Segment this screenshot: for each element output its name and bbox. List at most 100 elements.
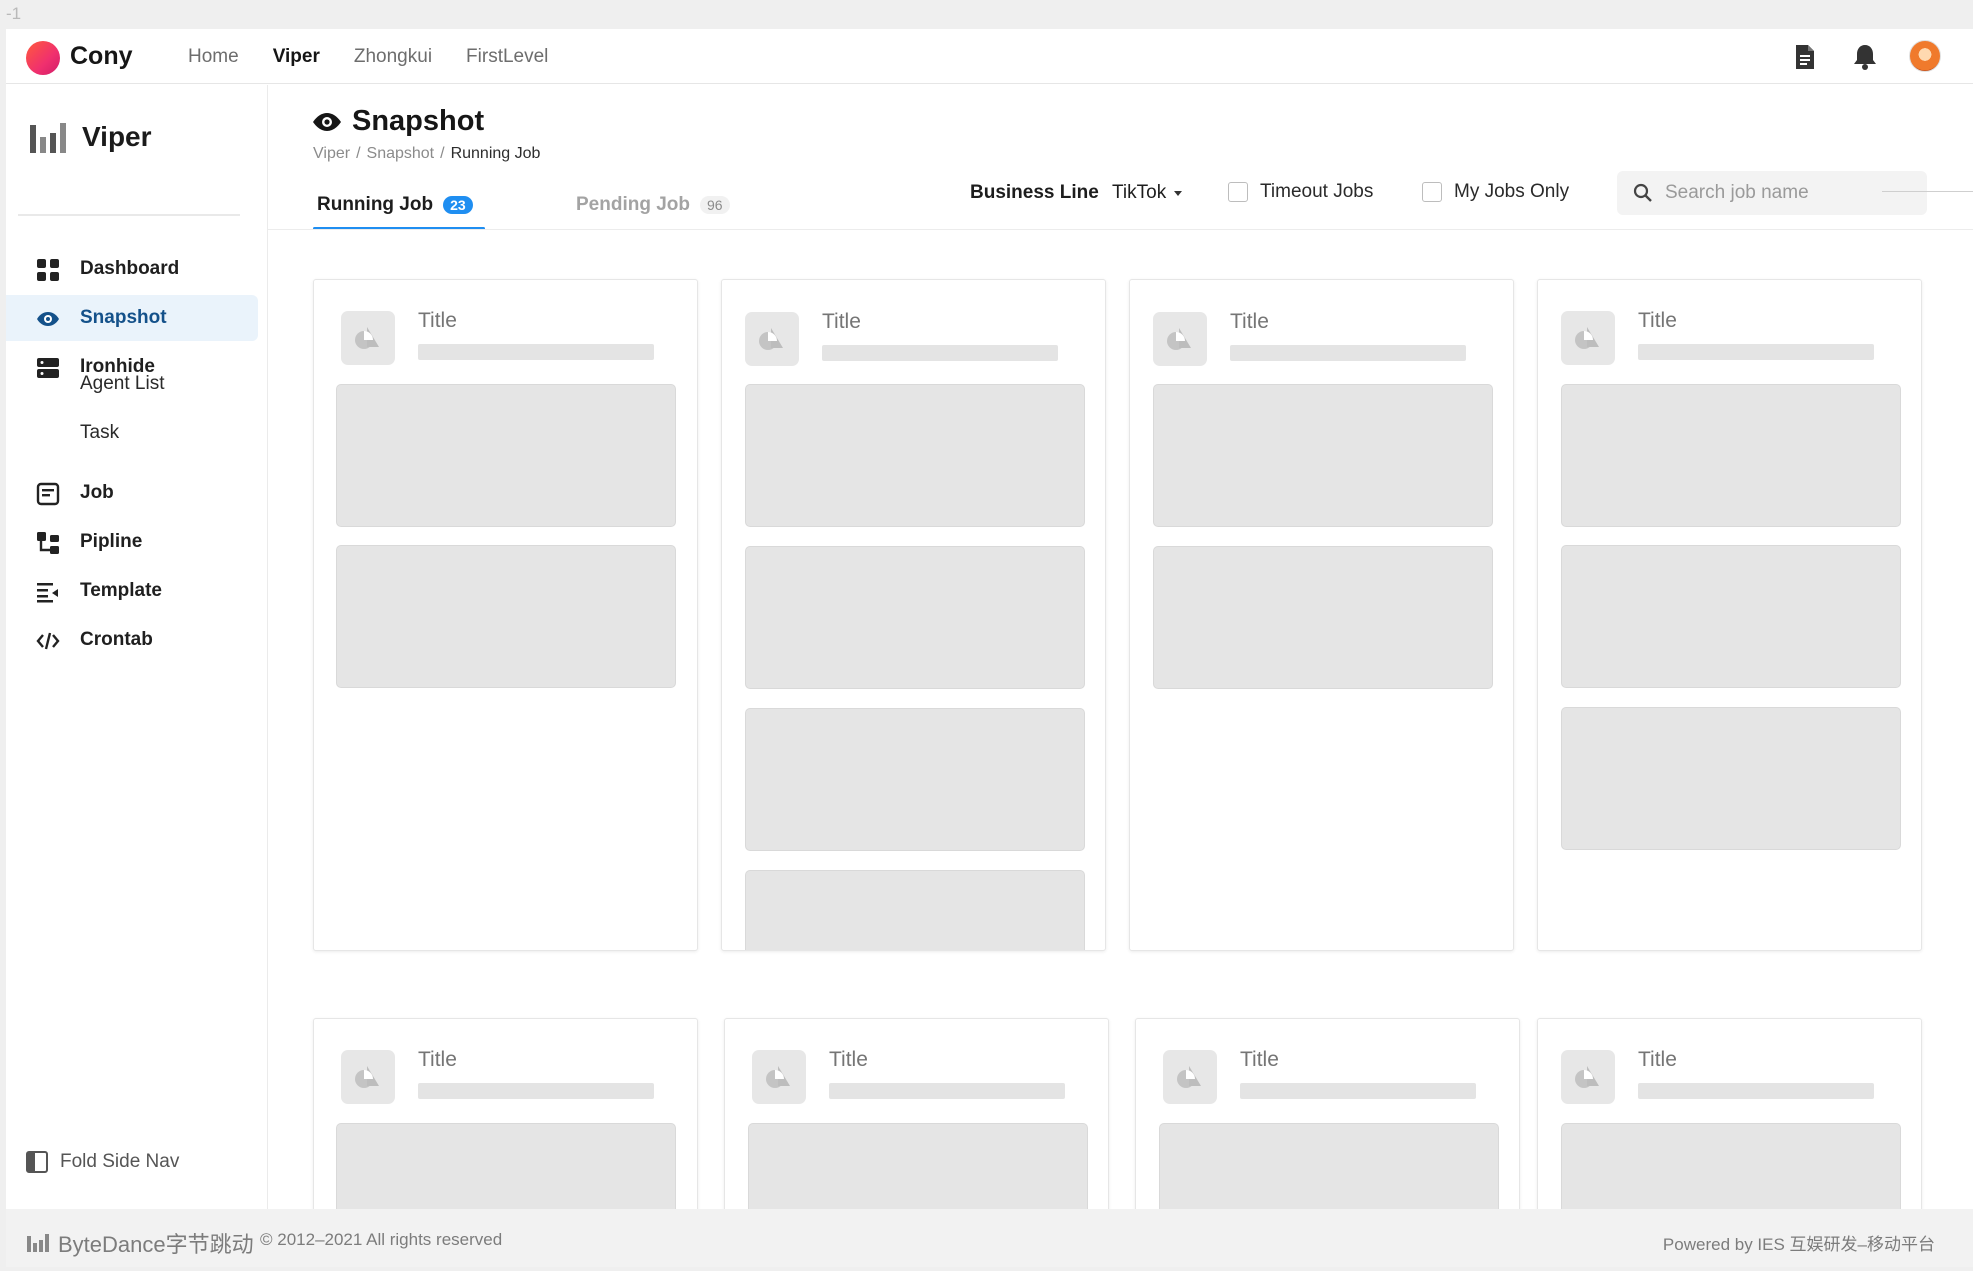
brand-logo[interactable]: [26, 41, 60, 75]
sidebar-brand-name: Viper: [82, 121, 152, 152]
card-title: Title: [1230, 310, 1269, 333]
chart-placeholder-icon: [1163, 1050, 1217, 1104]
sidebar-item-label: Dashboard: [80, 258, 180, 279]
eye-icon: [313, 112, 341, 131]
bell-icon[interactable]: [1850, 42, 1880, 72]
sidebar-item-template[interactable]: Template: [6, 568, 258, 614]
job-card[interactable]: Title: [1537, 279, 1922, 951]
footer-logo-text: ByteDance字节跳动: [58, 1232, 254, 1257]
job-card[interactable]: Title: [1129, 279, 1514, 951]
placeholder-block: [1561, 384, 1901, 527]
card-title: Title: [1240, 1048, 1279, 1071]
sidebar-brand[interactable]: Viper: [28, 119, 152, 155]
checkbox-label: My Jobs Only: [1454, 181, 1570, 202]
frame-label: -1: [6, 4, 22, 23]
job-card[interactable]: Title: [721, 279, 1106, 951]
sidebar-item-pipline[interactable]: Pipline: [6, 519, 258, 565]
placeholder-block: [1561, 707, 1901, 850]
job-card[interactable]: Title: [313, 279, 698, 951]
placeholder-block: [1153, 384, 1493, 527]
top-nav-zhongkui[interactable]: Zhongkui: [354, 46, 432, 68]
job-card[interactable]: Title: [1537, 1018, 1922, 1218]
page-title: Snapshot: [352, 105, 485, 137]
placeholder-bar: [1240, 1083, 1476, 1099]
pipeline-icon: [37, 532, 59, 554]
caret-down-icon: [1174, 190, 1183, 196]
my-jobs-only-checkbox[interactable]: My Jobs Only: [1422, 181, 1569, 203]
placeholder-bar: [1230, 345, 1466, 361]
placeholder-block: [1561, 1123, 1901, 1217]
sidebar-item-job[interactable]: Job: [6, 470, 258, 516]
placeholder-bar: [822, 345, 1058, 361]
chart-placeholder-icon: [745, 312, 799, 366]
top-nav-viper[interactable]: Viper: [273, 46, 320, 68]
footer-copyright: © 2012–2021 All rights reserved: [260, 1230, 503, 1249]
sidebar-item-dashboard[interactable]: Dashboard: [6, 246, 258, 292]
sidebar-item-label: Pipline: [80, 531, 143, 552]
tab-label: Pending Job: [576, 194, 690, 215]
fold-side-nav-label: Fold Side Nav: [60, 1151, 180, 1172]
sidebar-subitem-agent-list[interactable]: Agent List: [80, 373, 165, 395]
app-window: Cony Home Viper Zhongkui FirstLevel Vipe…: [6, 29, 1973, 1267]
sidebar-item-label: Crontab: [80, 629, 153, 650]
top-nav-home[interactable]: Home: [188, 46, 239, 68]
placeholder-block: [745, 708, 1085, 851]
chart-placeholder-icon: [341, 311, 395, 365]
sidebar-item-crontab[interactable]: Crontab: [6, 617, 258, 663]
placeholder-block: [745, 384, 1085, 527]
card-title: Title: [418, 1048, 457, 1071]
checkbox-box[interactable]: [1422, 182, 1442, 202]
business-line-label: Business Line: [970, 182, 1099, 203]
job-card[interactable]: Title: [1135, 1018, 1520, 1218]
bytedance-logo-icon: [27, 1234, 49, 1252]
sidebar-subitem-task[interactable]: Task: [80, 422, 119, 444]
card-title: Title: [822, 310, 861, 333]
sidebar: Viper Dashboard Snapshot Ironhide Agent …: [6, 85, 268, 1209]
chart-placeholder-icon: [1561, 1050, 1615, 1104]
document-icon[interactable]: [1790, 42, 1820, 72]
tab-pending-job[interactable]: Pending Job 96: [576, 194, 730, 216]
card-title: Title: [1638, 309, 1677, 332]
placeholder-bar: [418, 1083, 654, 1099]
sidebar-item-label: Job: [80, 482, 114, 503]
sidebar-item-snapshot[interactable]: Snapshot: [6, 295, 258, 341]
footer-logo: ByteDance字节跳动: [26, 1227, 254, 1259]
search-box[interactable]: [1617, 171, 1927, 215]
top-nav-firstlevel[interactable]: FirstLevel: [466, 46, 548, 68]
breadcrumb-item[interactable]: Snapshot: [367, 145, 435, 162]
count-badge: 96: [700, 196, 730, 214]
fold-side-nav-button[interactable]: Fold Side Nav: [26, 1151, 179, 1173]
sidebar-item-label: Template: [80, 580, 163, 601]
job-card[interactable]: Title: [313, 1018, 698, 1218]
tabs-divider: [268, 229, 1973, 230]
placeholder-bar: [418, 344, 654, 360]
card-title: Title: [1638, 1048, 1677, 1071]
search-input[interactable]: [1665, 182, 1905, 204]
tab-running-job[interactable]: Running Job 23: [317, 194, 473, 216]
breadcrumb-item[interactable]: Viper: [313, 145, 350, 162]
checkbox-box[interactable]: [1228, 182, 1248, 202]
checkbox-label: Timeout Jobs: [1260, 181, 1374, 202]
page-header: Snapshot: [312, 105, 484, 138]
card-title: Title: [829, 1048, 868, 1071]
avatar[interactable]: [1909, 40, 1941, 72]
card-title: Title: [418, 309, 457, 332]
brand-name[interactable]: Cony: [70, 42, 133, 71]
breadcrumb-current: Running Job: [450, 145, 541, 162]
sidebar-item-label: Snapshot: [80, 307, 167, 328]
placeholder-block: [336, 1123, 676, 1217]
timeout-jobs-checkbox[interactable]: Timeout Jobs: [1228, 181, 1373, 203]
business-line-select[interactable]: TikTok: [1112, 182, 1183, 204]
footer: ByteDance字节跳动 © 2012–2021 All rights res…: [6, 1209, 1973, 1267]
top-nav: Home Viper Zhongkui FirstLevel: [188, 46, 548, 68]
chart-placeholder-icon: [1561, 311, 1615, 365]
template-icon: [37, 583, 58, 603]
placeholder-block: [1153, 546, 1493, 689]
job-icon: [36, 482, 60, 506]
job-card[interactable]: Title: [724, 1018, 1109, 1218]
dashboard-icon: [37, 259, 59, 281]
chart-placeholder-icon: [1153, 312, 1207, 366]
placeholder-bar: [829, 1083, 1065, 1099]
top-bar: Cony Home Viper Zhongkui FirstLevel: [6, 29, 1973, 84]
placeholder-block: [745, 870, 1085, 950]
